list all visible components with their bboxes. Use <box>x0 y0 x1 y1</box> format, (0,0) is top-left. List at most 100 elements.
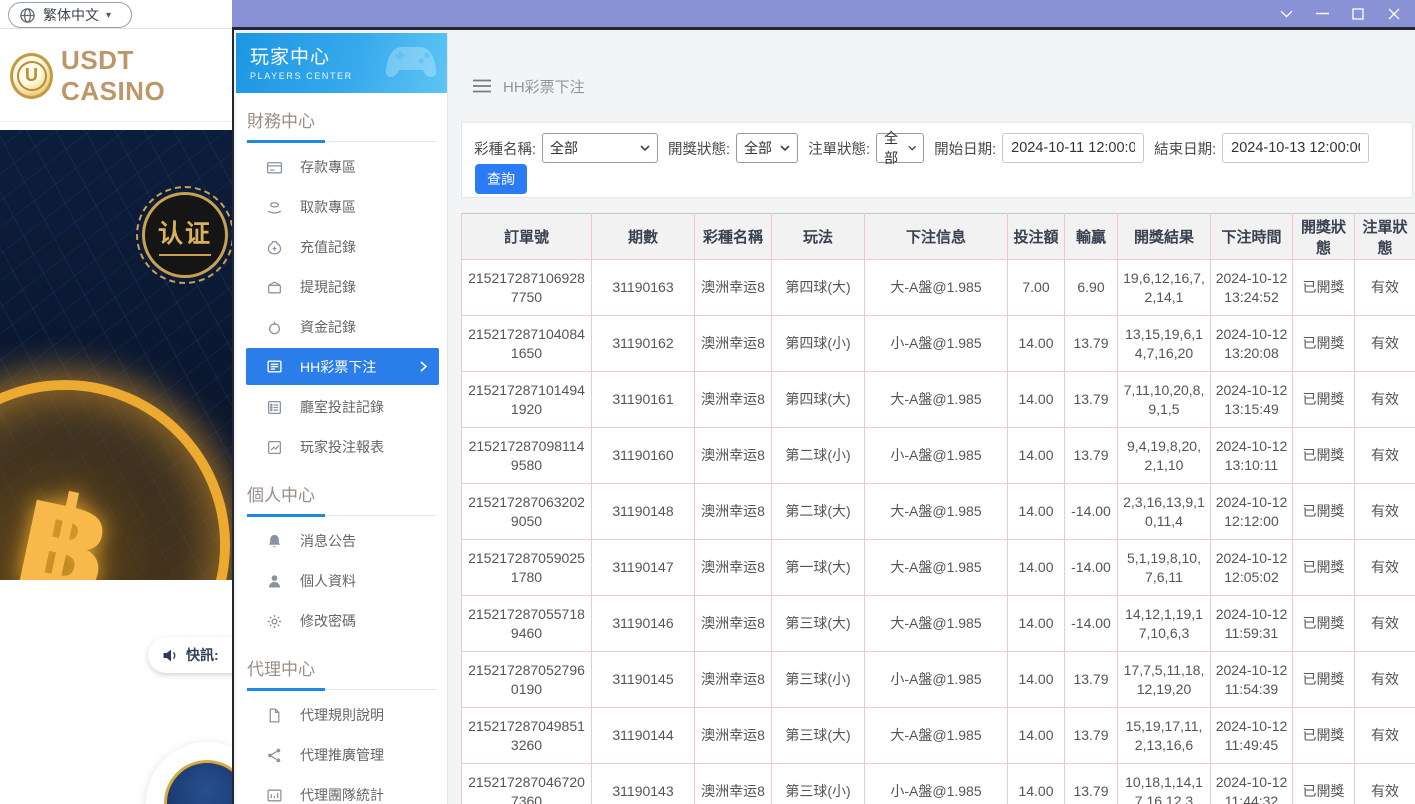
query-button[interactable]: 查詢 <box>475 164 527 194</box>
table-cell: 13.79 <box>1065 764 1118 804</box>
table-cell: 13,15,19,6,14,7,16,20 <box>1118 316 1211 372</box>
clipboard-list-icon <box>266 399 283 416</box>
table-cell: 14.00 <box>1008 428 1065 484</box>
table-cell: 2024-10-12 11:59:31 <box>1211 596 1293 652</box>
table-cell: 已開獎 <box>1293 652 1355 708</box>
sidebar-item-hall-bet-records[interactable]: 廳室投註記錄 <box>236 387 447 427</box>
table-cell: 大-A盤@1.985 <box>865 260 1008 316</box>
sidebar-item-player-bet-report[interactable]: 玩家投注報表 <box>236 427 447 467</box>
sidebar-group-title: 代理中心 <box>236 641 447 688</box>
window-minimize-button[interactable] <box>1311 4 1333 24</box>
table-cell: 有效 <box>1355 316 1415 372</box>
lottery-name-select[interactable]: 全部 <box>542 133 658 163</box>
table-cell: 31190148 <box>592 484 695 540</box>
table-row: 215217287046720736031190143澳洲幸运8第三球(小)小-… <box>462 764 1415 804</box>
table-cell: 大-A盤@1.985 <box>865 596 1008 652</box>
language-selector[interactable]: 繁体中文 ▾ <box>8 2 132 28</box>
document-icon <box>266 707 283 724</box>
sidebar-groups: 財務中心存款專區取款專區充值記錄提現記錄資金記錄HH彩票下注廳室投註記錄玩家投注… <box>236 93 447 804</box>
table-cell: 第三球(大) <box>772 708 865 764</box>
sidebar-item-announcements[interactable]: 消息公告 <box>236 521 447 561</box>
table-cell: 小-A盤@1.985 <box>865 764 1008 804</box>
table-cell: 2024-10-12 11:49:45 <box>1211 708 1293 764</box>
hamburger-icon[interactable] <box>473 79 491 93</box>
sidebar-group-rule <box>247 514 437 517</box>
table-cell: 有效 <box>1355 484 1415 540</box>
table-cell: 31190146 <box>592 596 695 652</box>
table-cell: 2152172870498513260 <box>462 708 592 764</box>
table-header-cell: 開獎結果 <box>1118 214 1211 260</box>
sidebar-item-profile[interactable]: 個人資料 <box>236 561 447 601</box>
end-date-input[interactable] <box>1222 133 1369 163</box>
table-cell: 大-A盤@1.985 <box>865 372 1008 428</box>
table-cell: 澳洲幸运8 <box>695 428 772 484</box>
sidebar-item-deposit-zone[interactable]: 存款專區 <box>236 147 447 187</box>
table-cell: 已開獎 <box>1293 596 1355 652</box>
table-cell: -14.00 <box>1065 540 1118 596</box>
withdraw-hand-icon <box>266 199 283 216</box>
table-cell: 13.79 <box>1065 708 1118 764</box>
order-status-select[interactable]: 全部 <box>876 133 924 163</box>
site-logo: U USDT CASINO <box>0 30 232 122</box>
table-cell: 14.00 <box>1008 484 1065 540</box>
sidebar-item-agent-team-stats[interactable]: 代理團隊統計 <box>236 775 447 804</box>
share-icon <box>266 747 283 764</box>
sidebar-item-change-password[interactable]: 修改密碼 <box>236 601 447 641</box>
end-date-label: 結束日期: <box>1154 138 1216 159</box>
main-content: HH彩票下注 彩種名稱: 全部 開獎狀態: 全部 注單狀態: <box>449 33 1415 804</box>
table-cell: 14.00 <box>1008 764 1065 804</box>
table-cell: 2024-10-12 13:24:52 <box>1211 260 1293 316</box>
money-bag-icon <box>266 239 283 256</box>
sidebar-item-recharge-records[interactable]: 充值記錄 <box>236 227 447 267</box>
table-cell: 2152172871069287750 <box>462 260 592 316</box>
table-cell: 有效 <box>1355 708 1415 764</box>
sidebar-item-withdraw-zone[interactable]: 取款專區 <box>236 187 447 227</box>
table-cell: 5,1,19,8,10,7,6,11 <box>1118 540 1211 596</box>
window-maximize-button[interactable] <box>1347 4 1369 24</box>
sidebar-item-label: 代理規則說明 <box>300 705 384 725</box>
sidebar-item-label: 資金記錄 <box>300 317 356 337</box>
window-body: 玩家中心 PLAYERS CENTER 財務中心存款專區取款專區充值記錄提現記錄… <box>232 27 1415 804</box>
sidebar-item-label: 廳室投註記錄 <box>300 397 384 417</box>
window-close-button[interactable] <box>1383 4 1405 24</box>
speaker-icon <box>162 648 179 663</box>
table-cell: 有效 <box>1355 652 1415 708</box>
table-cell: 13.79 <box>1065 428 1118 484</box>
sidebar-group-rule <box>247 688 437 691</box>
table-cell: 2,3,16,13,9,10,11,4 <box>1118 484 1211 540</box>
table-header-cell: 注單狀態 <box>1355 214 1415 260</box>
table-cell: 2152172870981149580 <box>462 428 592 484</box>
sidebar-item-withdrawal-records[interactable]: 提現記錄 <box>236 267 447 307</box>
table-cell: 13.79 <box>1065 652 1118 708</box>
brand-name: USDT CASINO <box>61 45 232 107</box>
sidebar-item-agent-promotion[interactable]: 代理推廣管理 <box>236 735 447 775</box>
table-cell: 第四球(大) <box>772 372 865 428</box>
sidebar-item-agent-rules[interactable]: 代理規則說明 <box>236 695 447 735</box>
table-cell: 14,12,1,19,17,10,6,3 <box>1118 596 1211 652</box>
table-cell: 第一球(大) <box>772 540 865 596</box>
draw-status-select[interactable]: 全部 <box>736 133 798 163</box>
sidebar-item-hh-lottery-bets[interactable]: HH彩票下注 <box>246 348 439 385</box>
chevron-right-icon <box>420 361 427 372</box>
table-cell: 2024-10-12 12:12:00 <box>1211 484 1293 540</box>
sidebar-item-funds-records[interactable]: 資金記錄 <box>236 307 447 347</box>
table-cell: 第四球(大) <box>772 260 865 316</box>
table-header-cell: 訂單號 <box>462 214 592 260</box>
table-row: 215217287101494192031190161澳洲幸运8第四球(大)大-… <box>462 372 1415 428</box>
sidebar-item-label: 玩家投注報表 <box>300 437 384 457</box>
bitcoin-hero-image: ฿ 认证 <box>0 130 232 580</box>
site-topbar: 繁体中文 ▾ <box>0 0 232 29</box>
table-cell: 澳洲幸运8 <box>695 652 772 708</box>
start-date-input[interactable] <box>1002 133 1144 163</box>
window-dropdown-button[interactable] <box>1275 4 1297 24</box>
table-cell: 2024-10-12 12:05:02 <box>1211 540 1293 596</box>
sidebar-item-label: 取款專區 <box>300 197 356 217</box>
ticker-label: 快訊: <box>186 645 219 665</box>
table-cell: 2152172870590251780 <box>462 540 592 596</box>
page-header: HH彩票下注 <box>473 75 585 97</box>
table-cell: 已開獎 <box>1293 764 1355 804</box>
table-cell: 澳洲幸运8 <box>695 596 772 652</box>
sidebar-item-label: 充值記錄 <box>300 237 356 257</box>
sidebar-item-label: HH彩票下注 <box>300 357 376 377</box>
table-cell: 澳洲幸运8 <box>695 372 772 428</box>
